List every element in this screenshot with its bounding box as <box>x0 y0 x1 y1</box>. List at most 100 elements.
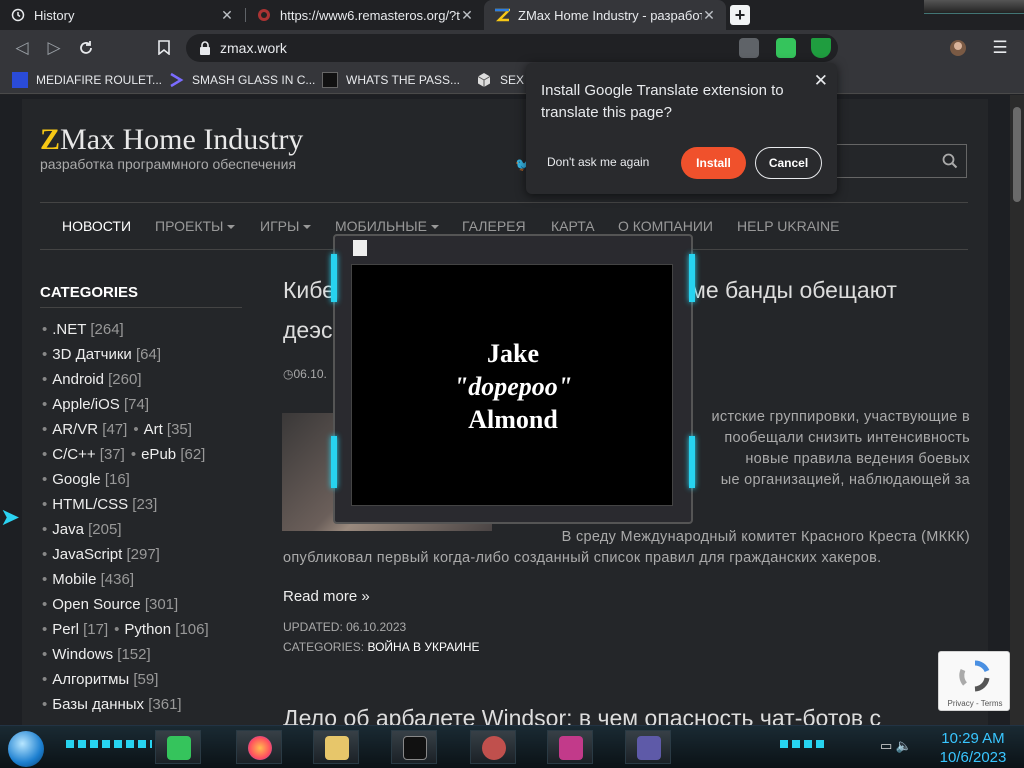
new-tab-button[interactable]: + <box>730 5 750 25</box>
category-link[interactable]: ePub <box>141 446 176 463</box>
system-tray: ▭ 🔈 <box>880 738 912 754</box>
category-link[interactable]: Perl <box>52 621 79 638</box>
bookmark-item[interactable]: MEDIAFIRE ROULET... <box>12 71 162 89</box>
volume-icon[interactable]: 🔈 <box>896 738 912 753</box>
nav-about[interactable]: О КОМПАНИИ <box>618 218 713 234</box>
nav-mobile[interactable]: МОБИЛЬНЫЕ <box>335 218 440 234</box>
category-count: [436] <box>100 571 134 588</box>
nav-label: ПРОЕКТЫ <box>155 218 224 234</box>
forward-icon[interactable]: ▷ <box>44 38 64 58</box>
category-link[interactable]: .NET <box>52 321 86 338</box>
category-link[interactable]: Google <box>52 471 100 488</box>
list-item: • Windows [152] <box>42 646 209 671</box>
bookmark-item[interactable]: SEX I <box>476 71 531 89</box>
category-link[interactable]: AR/VR <box>52 421 98 438</box>
clock[interactable]: 10:29 AM 10/6/2023 <box>930 729 1016 767</box>
bookmark-item[interactable]: SMASH GLASS IN C... <box>168 71 315 89</box>
bookmark-item[interactable]: WHATS THE PASS... <box>322 71 460 89</box>
window-controls[interactable] <box>924 0 1024 14</box>
category-link[interactable]: Mobile <box>52 571 96 588</box>
category-link[interactable]: JavaScript <box>52 546 122 563</box>
category-link[interactable]: 3D Датчики <box>52 346 132 363</box>
post-title[interactable]: ме банды обещают <box>690 277 897 304</box>
list-item: • Google [16] <box>42 471 209 496</box>
back-icon[interactable]: ◁ <box>12 38 32 58</box>
bullet: • <box>42 321 48 338</box>
search-input[interactable] <box>822 144 967 178</box>
menu-icon[interactable]: ☰ <box>990 38 1010 58</box>
close-icon[interactable]: ✕ <box>814 71 828 91</box>
category-link[interactable]: Базы данных <box>52 696 144 713</box>
recaptcha-legal[interactable]: Privacy - Terms <box>939 699 1011 708</box>
scrollbar[interactable] <box>1010 95 1024 725</box>
category-link[interactable]: Python <box>124 621 171 638</box>
post-title[interactable]: Кибе <box>283 277 335 304</box>
site-favicon-icon <box>256 7 272 23</box>
category-link[interactable]: Windows <box>52 646 113 663</box>
bookmark-icon[interactable] <box>154 38 174 58</box>
post-title[interactable]: Дело об арбалете Windsor: в чем опасност… <box>283 705 881 725</box>
site-icon <box>322 72 338 88</box>
taskbar-app[interactable] <box>470 730 516 764</box>
bullet: • <box>130 446 137 463</box>
nav-news[interactable]: НОВОСТИ <box>62 218 131 234</box>
excerpt-line: истские группировки, участвующие в <box>711 409 970 425</box>
address-bar[interactable]: zmax.work <box>186 34 838 62</box>
site-logo[interactable]: ZMax Home Industry <box>40 123 303 157</box>
nav-gallery[interactable]: ГАЛЕРЕЯ <box>462 218 526 234</box>
nav-projects[interactable]: ПРОЕКТЫ <box>155 218 236 234</box>
tab-history[interactable]: History ✕ <box>0 0 244 30</box>
list-item: • Perl [17] • Python [106] <box>42 621 209 646</box>
list-item: • HTML/CSS [23] <box>42 496 209 521</box>
network-icon[interactable]: ▭ <box>880 738 892 753</box>
taskbar-explorer[interactable] <box>313 730 359 764</box>
category-link[interactable]: Art <box>144 421 163 438</box>
category-count: [59] <box>133 671 159 688</box>
install-button[interactable]: Install <box>681 147 746 179</box>
history-icon <box>10 7 26 23</box>
recaptcha-badge[interactable]: Privacy - Terms <box>938 651 1010 711</box>
taskbar-window[interactable] <box>625 730 671 764</box>
close-icon[interactable]: ✕ <box>220 7 234 24</box>
avatar[interactable] <box>948 38 968 58</box>
start-button[interactable] <box>8 731 44 767</box>
shield-icon[interactable] <box>811 38 831 58</box>
category-list: • .NET [264] • 3D Датчики [64] • Android [260… <box>42 321 209 721</box>
read-more-link[interactable]: Read more » <box>283 588 370 605</box>
notes-icon <box>167 736 191 760</box>
taskbar-terminal[interactable] <box>391 730 437 764</box>
list-item: • .NET [264] <box>42 321 209 346</box>
taskbar-notes[interactable] <box>155 730 201 764</box>
category-link[interactable]: Алгоритмы <box>52 671 129 688</box>
dont-ask-button[interactable]: Don't ask me again <box>547 155 649 169</box>
translate-icon[interactable] <box>739 38 759 58</box>
scrollbar-thumb[interactable] <box>1013 107 1021 202</box>
post-title[interactable]: деэс <box>283 317 332 344</box>
taskbar-firefox[interactable] <box>236 730 282 764</box>
taskbar-media[interactable] <box>547 730 593 764</box>
lock-icon[interactable] <box>198 40 214 56</box>
category-link[interactable]: ВОЙНА В УКРАИНЕ <box>367 640 479 654</box>
credits-window[interactable]: Jake "dopepoo" Almond <box>331 234 695 524</box>
post-excerpt: истские группировки, участвующие в пообе… <box>700 407 970 491</box>
close-icon[interactable]: ✕ <box>702 7 716 24</box>
reload-icon[interactable] <box>76 38 96 58</box>
category-link[interactable]: Open Source <box>52 596 140 613</box>
tab-remasteros[interactable]: https://www6.remasteros.org/?ter ✕ <box>246 0 484 30</box>
category-link[interactable]: Java <box>52 521 84 538</box>
nav-map[interactable]: КАРТА <box>551 218 595 234</box>
search-icon[interactable] <box>942 153 958 174</box>
category-link[interactable]: HTML/CSS <box>52 496 128 513</box>
window-icon <box>637 736 661 760</box>
cancel-button[interactable]: Cancel <box>755 147 822 179</box>
taskbar-trim <box>780 740 824 748</box>
category-link[interactable]: C/C++ <box>52 446 95 463</box>
extension-notes-icon[interactable] <box>776 38 796 58</box>
nav-help-ukraine[interactable]: HELP UKRAINE <box>737 218 839 234</box>
category-link[interactable]: Apple/iOS <box>52 396 120 413</box>
close-icon[interactable]: ✕ <box>460 7 474 24</box>
category-link[interactable]: Android <box>52 371 104 388</box>
tab-zmax[interactable]: ZMax Home Industry - разработка ✕ <box>484 0 726 30</box>
nav-games[interactable]: ИГРЫ <box>260 218 312 234</box>
clock-date: 10/6/2023 <box>939 749 1007 766</box>
